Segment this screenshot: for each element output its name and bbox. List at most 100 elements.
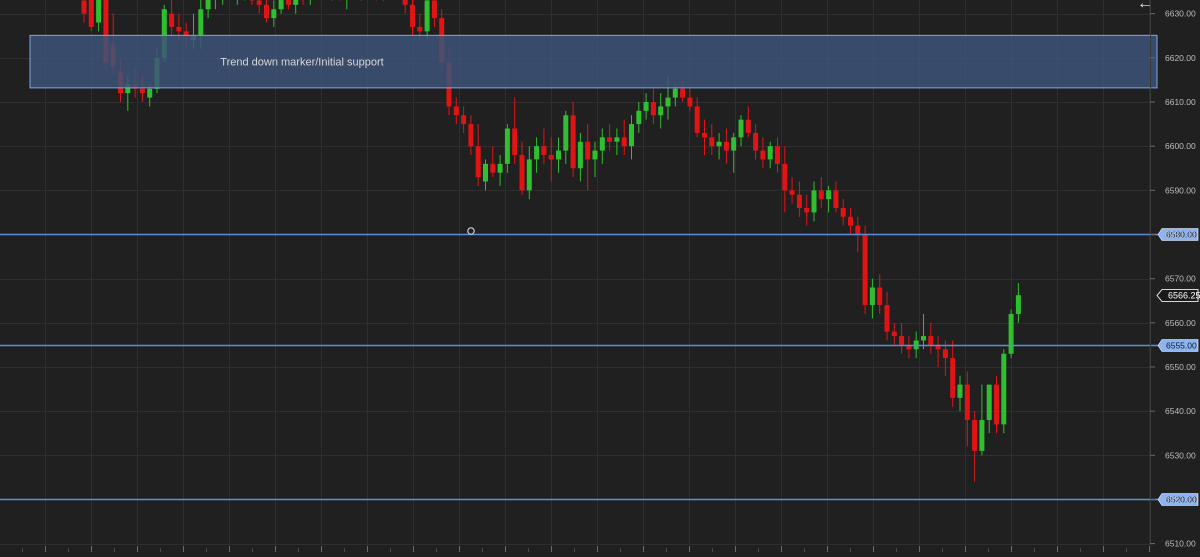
candle-down — [877, 287, 882, 305]
candle-down — [724, 142, 729, 151]
candle-down — [264, 5, 269, 18]
candle-down — [549, 155, 554, 159]
candle-down — [571, 115, 576, 168]
price-axis-label: 6610.00 — [1165, 97, 1196, 107]
candle-down — [892, 332, 897, 336]
candle-down — [943, 349, 948, 358]
candle-down — [782, 164, 787, 190]
candle-down — [169, 14, 174, 27]
candle-down — [695, 106, 700, 132]
candle-down — [512, 129, 517, 155]
candle-up — [629, 124, 634, 146]
candle-up — [812, 190, 817, 212]
price-axis-label: 6550.00 — [1165, 362, 1196, 372]
support-zone[interactable] — [30, 35, 1157, 88]
candle-down — [680, 89, 685, 98]
candle-up — [556, 151, 561, 160]
candle-down — [651, 102, 656, 115]
candle-down — [775, 146, 780, 164]
candle-down — [257, 0, 262, 4]
price-axis-label: 6590.00 — [1165, 185, 1196, 195]
candle-up — [279, 0, 284, 9]
candle-down — [753, 133, 758, 151]
candle-up — [987, 385, 992, 420]
candle-down — [454, 106, 459, 115]
drawing-anchor-handle[interactable] — [468, 228, 474, 234]
price-axis-label: 6510.00 — [1165, 539, 1196, 549]
candle-down — [476, 146, 481, 177]
candle-up — [578, 142, 583, 168]
candle-down — [841, 208, 846, 217]
candle-down — [833, 190, 838, 208]
price-chart[interactable]: Trend down marker/Initial support 6580.0… — [0, 0, 1200, 552]
candle-down — [89, 0, 94, 27]
candle-down — [965, 385, 970, 420]
candle-up — [1016, 295, 1021, 314]
chart-canvas[interactable]: Trend down marker/Initial support 6580.0… — [0, 0, 1200, 552]
support-zone-group[interactable]: Trend down marker/Initial support — [30, 35, 1157, 88]
candle-up — [739, 120, 744, 138]
candle-up — [483, 164, 488, 182]
candle-up — [206, 0, 211, 9]
last-price-tag: 6566.25 — [1157, 290, 1200, 302]
candle-up — [921, 336, 926, 340]
candle-down — [746, 120, 751, 133]
candle-down — [885, 305, 890, 331]
candle-up — [979, 420, 984, 451]
candle-up — [593, 151, 598, 160]
candle-up — [870, 287, 875, 305]
candle-up — [614, 137, 619, 141]
candle-up — [636, 111, 641, 124]
candle-up — [498, 164, 503, 173]
price-axis-label: 6530.00 — [1165, 450, 1196, 460]
candle-down — [541, 146, 546, 155]
candle-down — [520, 155, 525, 190]
candle-down — [468, 124, 473, 146]
candle-up — [768, 146, 773, 159]
candle-down — [176, 27, 181, 31]
price-axis-label: 6630.00 — [1165, 9, 1196, 19]
candle-up — [271, 9, 276, 18]
candle-up — [527, 159, 532, 190]
candle-up — [658, 106, 663, 115]
candle-up — [1001, 354, 1006, 425]
candle-up — [600, 137, 605, 150]
candle-down — [950, 358, 955, 398]
candle-down — [790, 190, 795, 194]
candle-up — [147, 89, 152, 98]
price-axis-label: 6620.00 — [1165, 53, 1196, 63]
level-price-label: 6555.00 — [1166, 341, 1197, 351]
candle-down — [928, 336, 933, 345]
candle-down — [848, 217, 853, 226]
candle-up — [673, 89, 678, 98]
candle-up — [826, 190, 831, 199]
candle-down — [899, 336, 904, 345]
candle-down — [687, 98, 692, 107]
candle-up — [563, 115, 568, 150]
candle-down — [804, 208, 809, 212]
candle-up — [666, 98, 671, 107]
candle-down — [797, 195, 802, 208]
candle-up — [644, 102, 649, 111]
candle-down — [286, 0, 291, 5]
candle-up — [958, 385, 963, 398]
candle-down — [622, 137, 627, 146]
last-price-label: 6566.25 — [1168, 291, 1200, 301]
candle-down — [82, 0, 87, 13]
candle-down — [417, 27, 422, 31]
candle-up — [198, 9, 203, 35]
price-axis-label: 6560.00 — [1165, 318, 1196, 328]
candle-down — [585, 142, 590, 160]
zone-label: Trend down marker/Initial support — [220, 57, 383, 69]
price-axis-label: 6600.00 — [1165, 141, 1196, 151]
candle-down — [403, 0, 408, 5]
candle-up — [1009, 314, 1014, 354]
candle-down — [490, 164, 495, 173]
candle-down — [140, 89, 145, 93]
candle-up — [293, 0, 298, 5]
collapse-arrow-icon[interactable]: ← — [1137, 0, 1153, 12]
price-axis-label: 6540.00 — [1165, 406, 1196, 416]
candle-down — [855, 226, 860, 235]
candle-up — [717, 142, 722, 146]
candle-up — [731, 137, 736, 150]
